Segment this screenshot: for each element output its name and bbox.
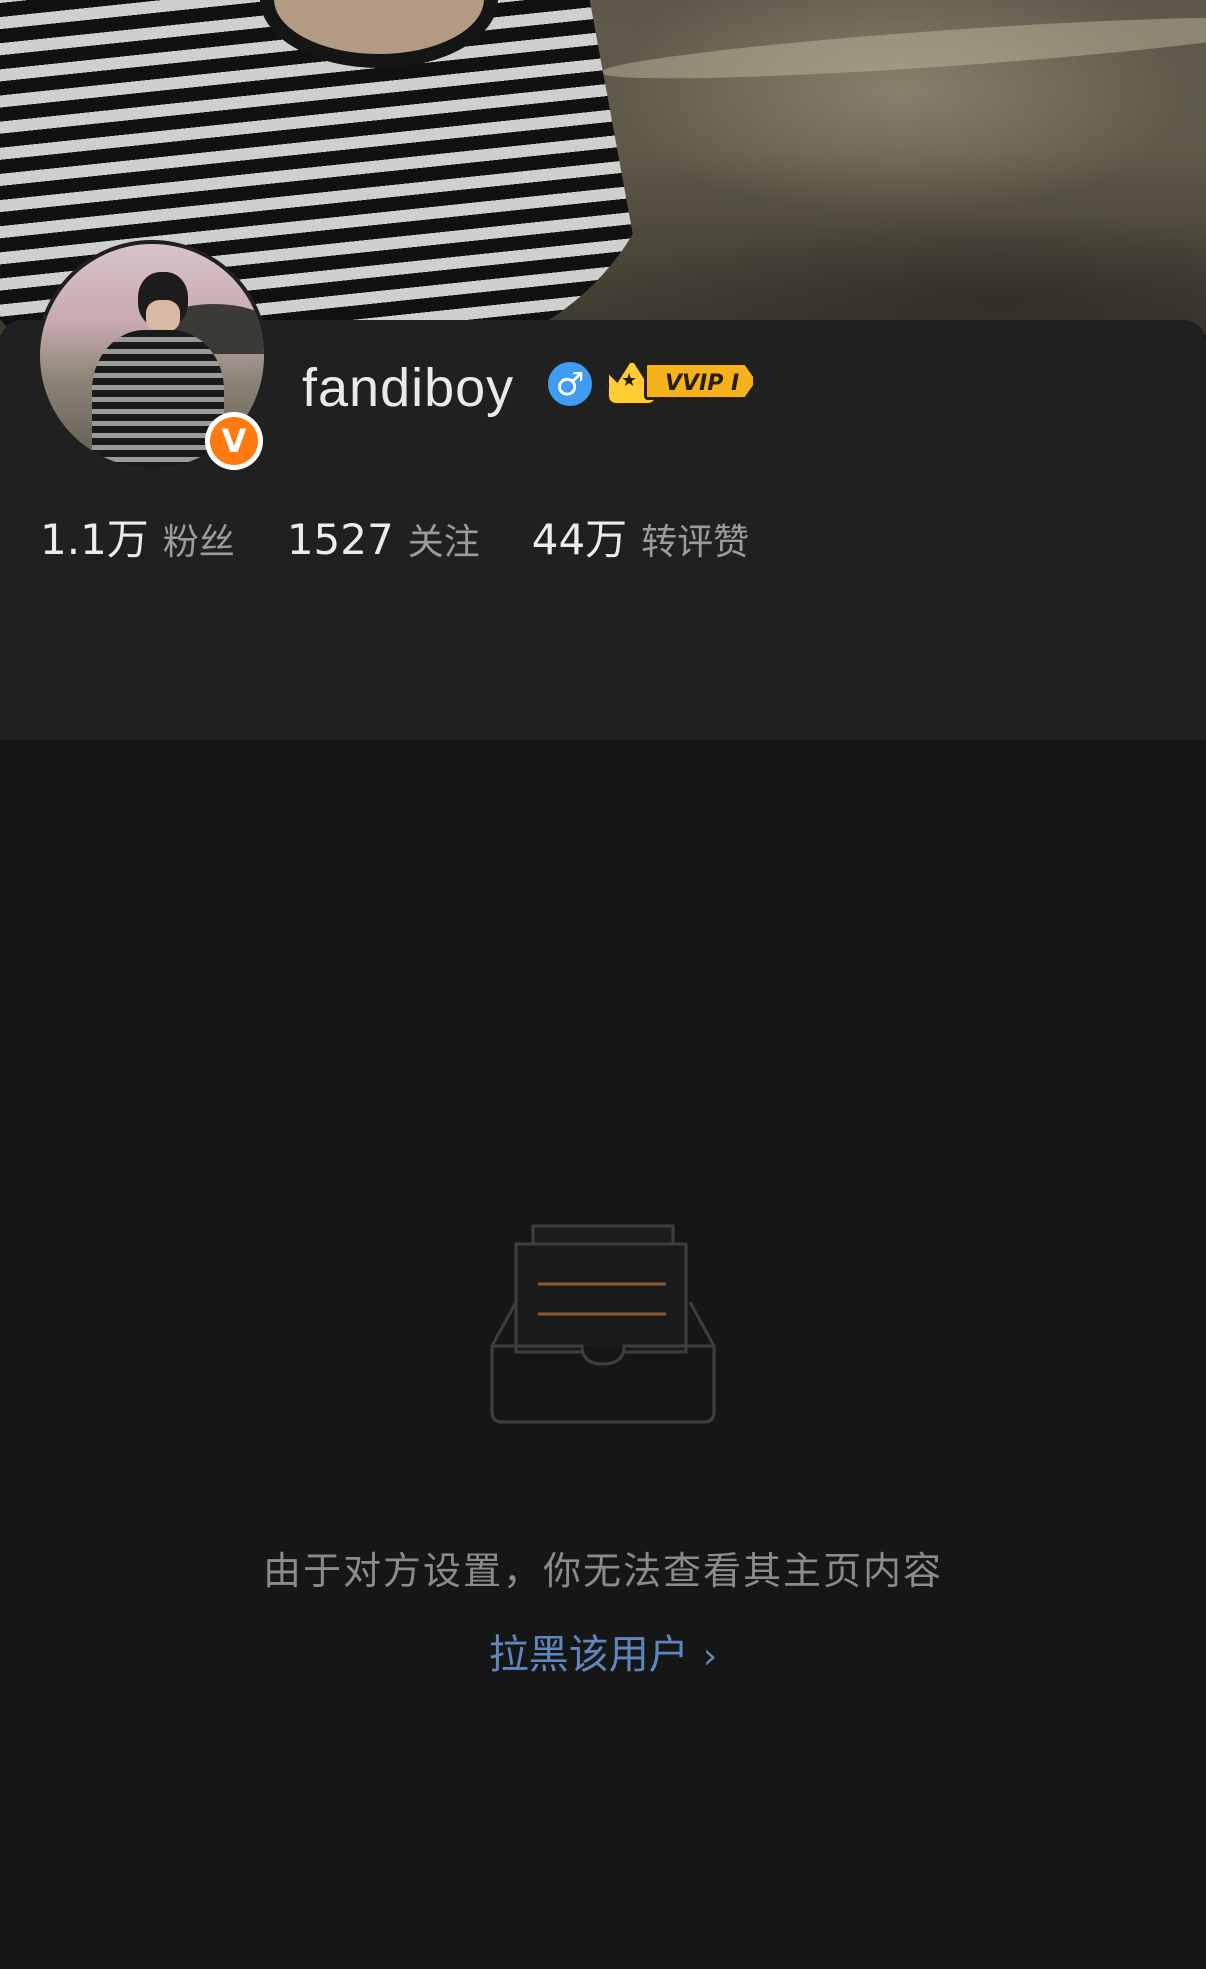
stat-label: 转评赞 (641, 522, 750, 563)
profile-page: V fandiboy ♂ ★ VVIP I 1.1万 粉丝 1527 关注 44… (0, 0, 1206, 1969)
avatar-body (92, 330, 224, 468)
block-user-link[interactable]: 拉黑该用户 › (0, 1622, 1206, 1680)
vvip-badge[interactable]: ★ VVIP I (606, 356, 770, 408)
avatar-face (146, 300, 180, 332)
stat-value: 1527 (286, 515, 394, 564)
stat-value: 1.1万 (40, 515, 149, 564)
username: fandiboy (302, 358, 515, 418)
privacy-notice: 由于对方设置，你无法查看其主页内容 (262, 1549, 943, 1593)
chevron-right-icon: › (702, 1636, 718, 1677)
verified-badge-letter: V (210, 417, 258, 465)
star-icon: ★ (621, 370, 638, 391)
stat-value: 44万 (531, 515, 628, 564)
stat-interactions[interactable]: 44万 转评赞 (532, 506, 749, 567)
profile-stats: 1.1万 粉丝 1527 关注 44万 转评赞 (40, 506, 801, 567)
stat-label: 关注 (407, 522, 480, 563)
empty-inbox-icon (490, 1224, 716, 1424)
vvip-label: VVIP I (644, 362, 756, 400)
stat-label: 粉丝 (162, 522, 235, 563)
stat-followers[interactable]: 1.1万 粉丝 (40, 506, 235, 567)
verified-badge-icon: V (205, 412, 263, 470)
block-user-label: 拉黑该用户 (488, 1632, 689, 1678)
male-symbol-icon: ♂ (548, 362, 592, 406)
stat-following[interactable]: 1527 关注 (287, 513, 480, 565)
